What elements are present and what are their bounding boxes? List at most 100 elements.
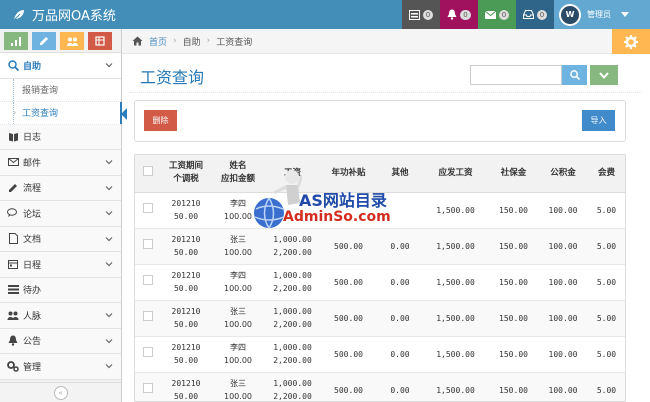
col-header-period[interactable]: 工资期间 个调税 (160, 155, 212, 193)
table-row[interactable]: 201210 50.00 李四 100.00 1,000.00 2,200.00 50… (135, 264, 625, 301)
social-cell: 150.00 (487, 336, 540, 373)
header-line: 个调税 (173, 174, 199, 185)
table-row[interactable]: 201210 50.00 张三 100.00 1,000.00 2,200.00 50… (135, 300, 625, 337)
search-options-button[interactable] (590, 65, 618, 85)
sidebar-shortcuts (0, 29, 121, 53)
cell-value: 201210 (171, 235, 201, 244)
row-checkbox[interactable] (142, 347, 153, 357)
brand[interactable]: 万品网OA系统 (13, 5, 116, 24)
salary-cell: 1,000.00 2,200.00 (264, 336, 321, 373)
sidebar-item-label: 管理 (23, 362, 42, 373)
name-cell: 张三 100.00 (212, 372, 264, 401)
settings-button[interactable] (612, 29, 650, 54)
submenu-item-expense-query[interactable]: 报销查询 (0, 78, 121, 102)
sidebar-item-label: 流程 (23, 184, 42, 195)
shortcut-cogs-button[interactable] (88, 32, 112, 50)
sidebar-item-label: 文档 (23, 235, 42, 246)
fee-cell: 5.00 (586, 264, 625, 301)
user-menu[interactable]: W 管理员 (554, 0, 650, 29)
search-icon (7, 60, 19, 71)
toolbar: 删除 导入 (134, 100, 626, 142)
sidebar-item-workflow[interactable]: 流程 (0, 175, 121, 201)
chevron-down-icon (599, 71, 609, 79)
header-line: 会费 (597, 167, 615, 178)
top-navbar: 万品网OA系统 0 0 0 0 W 管理员 (0, 0, 650, 29)
row-checkbox[interactable] (142, 203, 153, 213)
notifications-nav-button[interactable]: 0 (440, 0, 478, 29)
sidebar-item-documents[interactable]: 文档 (0, 226, 121, 252)
shortcut-pencil-button[interactable] (32, 32, 56, 50)
cell-value: 100.00 (224, 392, 252, 401)
tasks-nav-button[interactable]: 0 (402, 0, 440, 29)
table-row[interactable]: 201210 50.00 李四 100.00 1,000.00 2,200.00 50… (135, 336, 625, 373)
seniority-cell: 500.00 (321, 372, 376, 401)
col-header-social[interactable]: 社保金 (487, 155, 540, 193)
sidebar-item-label: 邮件 (23, 158, 42, 169)
caret-right-icon: › (13, 108, 17, 117)
shortcut-signal-button[interactable] (4, 32, 28, 50)
sidebar-item-admin[interactable]: 管理 (0, 354, 121, 380)
col-header-fee[interactable]: 会费 (586, 155, 625, 193)
seniority-cell: 500.00 (321, 264, 376, 301)
sidebar-item-log[interactable]: 日志 (0, 124, 121, 150)
sidebar-item-todo[interactable]: 待办 (0, 277, 121, 303)
name-cell: 张三 100.00 (212, 228, 264, 265)
row-select-cell (135, 336, 160, 373)
active-arrow (121, 107, 127, 120)
gear-icon (624, 34, 638, 49)
signal-icon (11, 36, 21, 46)
sidebar-item-contacts[interactable]: 人脉 (0, 303, 121, 329)
sidebar-item-schedule[interactable]: 日程 (0, 252, 121, 278)
submenu-item-salary-query[interactable]: › 工资查询 (0, 101, 127, 125)
search-bar (470, 65, 618, 85)
select-all-checkbox[interactable] (142, 165, 153, 176)
cell-value: 50.00 (173, 212, 199, 221)
cell-value: 1,000.00 (273, 343, 312, 352)
gross-cell: 1,500.00 (424, 228, 487, 265)
sidebar-item-label: 论坛 (23, 209, 42, 220)
salary-cell: 1,000.00 2,200.00 (264, 300, 321, 337)
row-checkbox[interactable] (142, 275, 153, 285)
table-row[interactable]: 201210 50.00 张三 100.00 1,000.00 2,200.00 50… (135, 228, 625, 265)
search-button[interactable] (562, 65, 587, 85)
delete-button[interactable]: 删除 (144, 110, 177, 131)
sidebar-item-forum[interactable]: 论坛 (0, 201, 121, 227)
salary-cell: 1,000.00 2,200.00 (264, 228, 321, 265)
sidebar-item-label: 待办 (23, 286, 42, 297)
breadcrumb-level1[interactable]: 自助 (183, 35, 201, 48)
cell-value: 2,200.00 (273, 320, 312, 329)
row-checkbox[interactable] (142, 383, 153, 393)
breadcrumb-home-link[interactable]: 首页 (149, 35, 167, 48)
collapse-icon[interactable]: « (53, 385, 68, 400)
sidebar-item-mail[interactable]: 邮件 (0, 150, 121, 176)
row-checkbox[interactable] (142, 311, 153, 321)
other-cell: 0.00 (376, 228, 424, 265)
user-name: 管理员 (587, 10, 611, 19)
table-row[interactable]: 201210 50.00 张三 100.00 1,000.00 2,200.00 50… (135, 372, 625, 401)
select-all-cell (135, 155, 160, 193)
row-checkbox[interactable] (142, 239, 153, 249)
sidebar-item-self-service[interactable]: 自助 (0, 53, 121, 79)
col-header-fund[interactable]: 公积金 (540, 155, 586, 193)
name-cell: 李四 100.00 (212, 264, 264, 301)
import-button[interactable]: 导入 (582, 110, 615, 131)
col-header-gross[interactable]: 应发工资 (424, 155, 487, 193)
chevron-down-icon (105, 236, 113, 241)
inbox-nav-button[interactable]: 0 (516, 0, 554, 29)
search-input[interactable] (470, 65, 562, 85)
shortcut-group-button[interactable] (60, 32, 84, 50)
cell-value: 2,200.00 (273, 356, 312, 365)
cell-value: 201210 (171, 343, 201, 352)
cell-value: 100.00 (224, 248, 252, 257)
sidebar-item-announcements[interactable]: 公告 (0, 328, 121, 354)
other-cell: 0.00 (376, 372, 424, 401)
watermark-logo: AS网站目录 AdminSo.com (252, 163, 402, 233)
cell-value: 1,000.00 (273, 379, 312, 388)
avatar: W (559, 3, 581, 26)
bell-icon (447, 9, 457, 20)
row-select-cell (135, 300, 160, 337)
tasks-icon (408, 9, 420, 20)
watermark-url: AdminSo.com (283, 209, 391, 225)
messages-nav-button[interactable]: 0 (478, 0, 516, 29)
cell-value: 201210 (171, 379, 201, 388)
